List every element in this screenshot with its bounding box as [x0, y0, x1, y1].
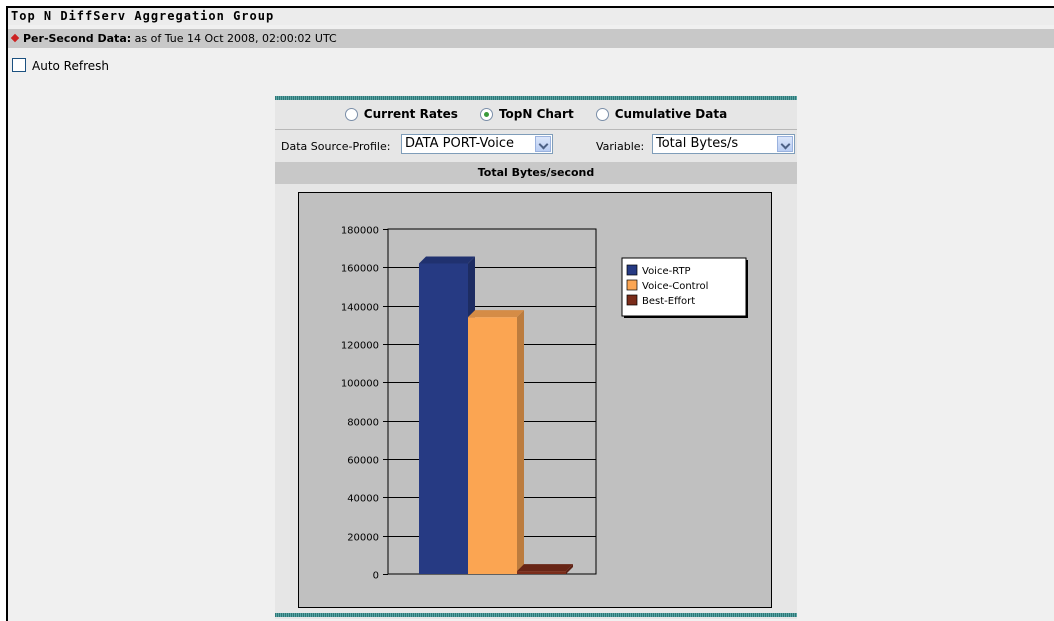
- subtitle-bar: Per-Second Data: as of Tue 14 Oct 2008, …: [8, 29, 1054, 48]
- radio-current-rates[interactable]: Current Rates: [344, 107, 458, 121]
- radio-topn-chart[interactable]: TopN Chart: [479, 107, 574, 121]
- radio-current-rates-label: Current Rates: [363, 107, 458, 121]
- chevron-down-icon[interactable]: [777, 136, 793, 152]
- legend-swatch: [626, 279, 638, 291]
- y-tick-label: 40000: [347, 494, 379, 505]
- y-tick-label: 100000: [341, 379, 379, 390]
- data-source-label: Data Source-Profile:: [281, 140, 391, 153]
- bar-side: [517, 310, 524, 574]
- divider: [275, 129, 797, 130]
- radio-current-rates-control[interactable]: [344, 107, 358, 121]
- chevron-down-icon[interactable]: [535, 136, 551, 152]
- y-tick-label: 0: [373, 571, 379, 582]
- variable-label: Variable:: [596, 140, 645, 153]
- chart-container: 0 20000 40000 60000 80000 100000 120000 140000 1…: [298, 192, 772, 608]
- selector-row: Data Source-Profile: DATA PORT-Voice Var…: [275, 132, 797, 158]
- subtitle-timestamp: as of Tue 14 Oct 2008, 02:00:02 UTC: [134, 32, 337, 45]
- radio-topn-chart-label: TopN Chart: [498, 107, 574, 121]
- radio-cumulative-data-control[interactable]: [595, 107, 609, 121]
- chart-header: Total Bytes/second: [275, 162, 797, 184]
- auto-refresh-option[interactable]: Auto Refresh: [12, 58, 109, 74]
- topn-panel: Current Rates TopN Chart Cumulative Data…: [275, 96, 797, 619]
- bar-voice-rtp: [419, 263, 468, 574]
- bullet-icon: [10, 33, 20, 43]
- bar-chart: 0 20000 40000 60000 80000 100000 120000 140000 1…: [341, 226, 748, 582]
- bar-top: [517, 564, 573, 572]
- radio-cumulative-data-label: Cumulative Data: [614, 107, 728, 121]
- subtitle-label: Per-Second Data:: [23, 32, 132, 45]
- radio-cumulative-data[interactable]: Cumulative Data: [595, 107, 728, 121]
- bar-top: [468, 310, 524, 318]
- y-tick-label: 160000: [341, 264, 379, 275]
- y-tick-label: 180000: [341, 226, 379, 237]
- legend-swatch: [626, 294, 638, 306]
- y-tick-label: 60000: [347, 456, 379, 467]
- view-radio-group: Current Rates TopN Chart Cumulative Data: [275, 102, 797, 126]
- legend-label: Best-Effort: [642, 296, 695, 307]
- bar-best-effort: [517, 571, 566, 574]
- y-tick-label: 80000: [347, 418, 379, 429]
- page-title: Top N DiffServ Aggregation Group: [8, 8, 1054, 25]
- data-source-value: DATA PORT-Voice: [405, 136, 515, 151]
- y-tick-label: 20000: [347, 533, 379, 544]
- variable-value: Total Bytes/s: [656, 136, 739, 151]
- legend-swatch: [626, 264, 638, 276]
- auto-refresh-checkbox[interactable]: [12, 58, 26, 72]
- panel-bottom-border: [275, 613, 797, 617]
- auto-refresh-label: Auto Refresh: [32, 59, 109, 73]
- radio-topn-chart-control[interactable]: [479, 107, 493, 121]
- panel-top-border: [275, 96, 797, 100]
- y-tick-label: 140000: [341, 303, 379, 314]
- data-source-select[interactable]: DATA PORT-Voice: [401, 134, 553, 154]
- legend-label: Voice-Control: [642, 281, 708, 292]
- variable-select[interactable]: Total Bytes/s: [652, 134, 795, 154]
- bar-voice-control: [468, 317, 517, 574]
- bar-top: [419, 256, 475, 264]
- y-tick-label: 120000: [341, 341, 379, 352]
- legend-label: Voice-RTP: [642, 266, 691, 277]
